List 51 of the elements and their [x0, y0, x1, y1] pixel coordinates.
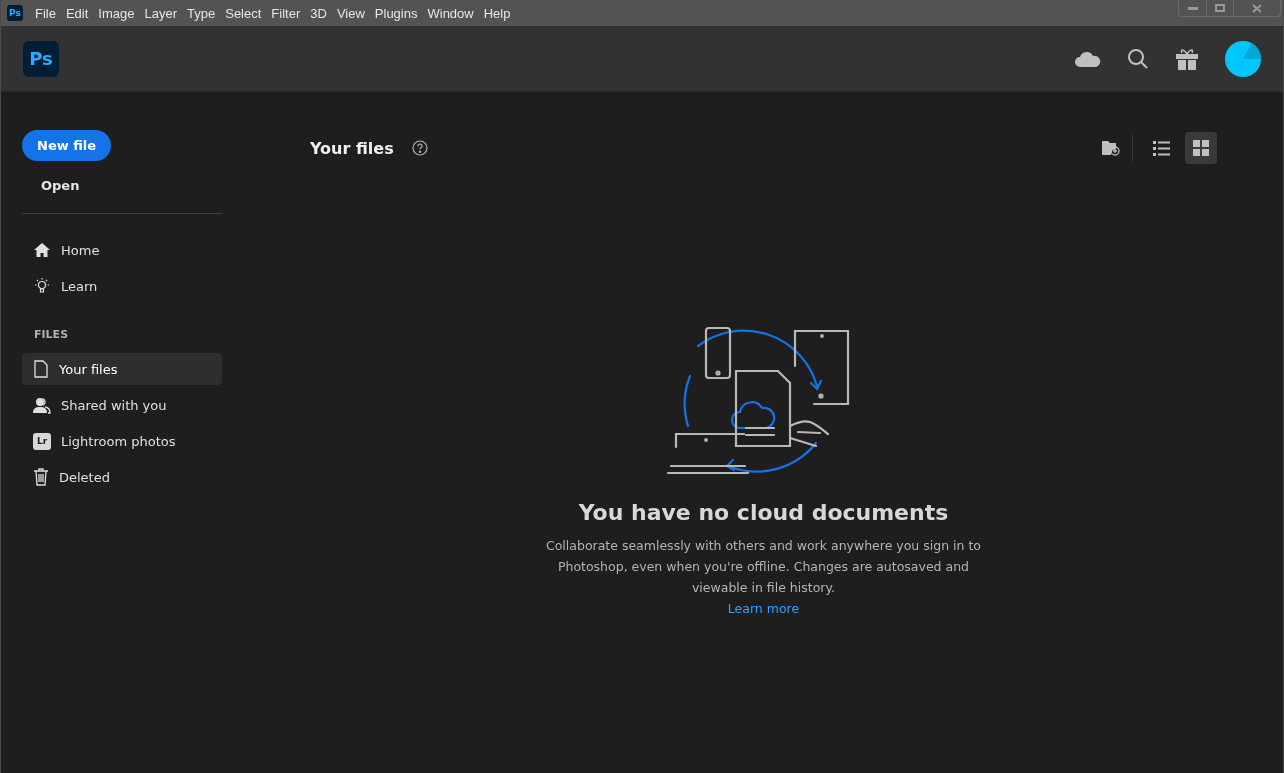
app-icon[interactable]: Ps	[7, 5, 23, 21]
grid-icon	[1193, 140, 1209, 156]
minimize-icon	[1187, 6, 1198, 10]
list-icon	[1152, 140, 1170, 156]
sidebar-item-label: Shared with you	[61, 397, 167, 413]
menu-item[interactable]: Window	[427, 5, 474, 21]
light-bulb-icon	[33, 277, 51, 295]
menu-item[interactable]: Image	[98, 5, 135, 21]
sidebar-item-label: Your files	[59, 361, 118, 377]
document-icon	[33, 360, 49, 378]
people-icon	[33, 396, 51, 414]
menu-item[interactable]: Type	[187, 5, 216, 21]
menu-item[interactable]: 3D	[310, 5, 327, 21]
avatar-icon[interactable]	[1225, 40, 1261, 77]
menu-item[interactable]: Help	[483, 5, 511, 21]
menu-item[interactable]: Select	[225, 5, 262, 21]
grid-view-button[interactable]	[1185, 132, 1217, 164]
menu-item[interactable]: View	[336, 5, 365, 21]
search-icon[interactable]	[1127, 47, 1149, 70]
menu-item[interactable]: Plugins	[374, 5, 418, 21]
learn-more-link[interactable]: Learn more	[727, 598, 800, 619]
lightroom-icon: Lr	[33, 432, 51, 450]
menu-item[interactable]: File	[35, 5, 56, 21]
empty-state-description: Collaborate seamlessly with others and work anywhere you sign in to Photoshop, even when you're offline. Changes are autosaved and viewable in file history.	[545, 537, 982, 597]
sidebar-item[interactable]: Deleted	[22, 461, 222, 493]
gift-icon[interactable]	[1175, 47, 1199, 70]
page-title: Your files	[310, 138, 394, 158]
menu-item[interactable]: Filter	[271, 5, 301, 21]
sidebar-item[interactable]: Shared with you	[22, 389, 222, 421]
trash-icon	[33, 468, 49, 486]
menu-item[interactable]: Layer	[144, 5, 178, 21]
sidebar-item[interactable]: Learn	[22, 270, 222, 302]
new-file-button[interactable]: New file	[22, 130, 112, 161]
close-icon	[1252, 3, 1262, 13]
maximize-icon	[1215, 4, 1225, 12]
open-button[interactable]: Open	[34, 174, 87, 197]
sidebar-item[interactable]: Home	[22, 234, 222, 266]
sidebar-item[interactable]: Lr Lightroom photos	[22, 425, 222, 457]
sidebar-item-label: Learn	[61, 278, 98, 294]
sidebar-item[interactable]: Your files	[22, 353, 222, 385]
home-icon	[33, 242, 51, 258]
section-heading: FILES	[34, 328, 70, 341]
menu-item[interactable]: Edit	[65, 5, 89, 21]
new-folder-icon[interactable]	[1102, 140, 1120, 156]
app-logo[interactable]: Ps	[23, 40, 59, 77]
sidebar-item-label: Lightroom photos	[61, 433, 176, 449]
sidebar-item-label: Home	[61, 242, 100, 258]
cloud-icon[interactable]	[1075, 50, 1101, 67]
empty-state-heading: You have no cloud documents	[578, 500, 949, 525]
sidebar-item-label: Deleted	[59, 469, 110, 485]
help-icon[interactable]	[411, 140, 428, 156]
